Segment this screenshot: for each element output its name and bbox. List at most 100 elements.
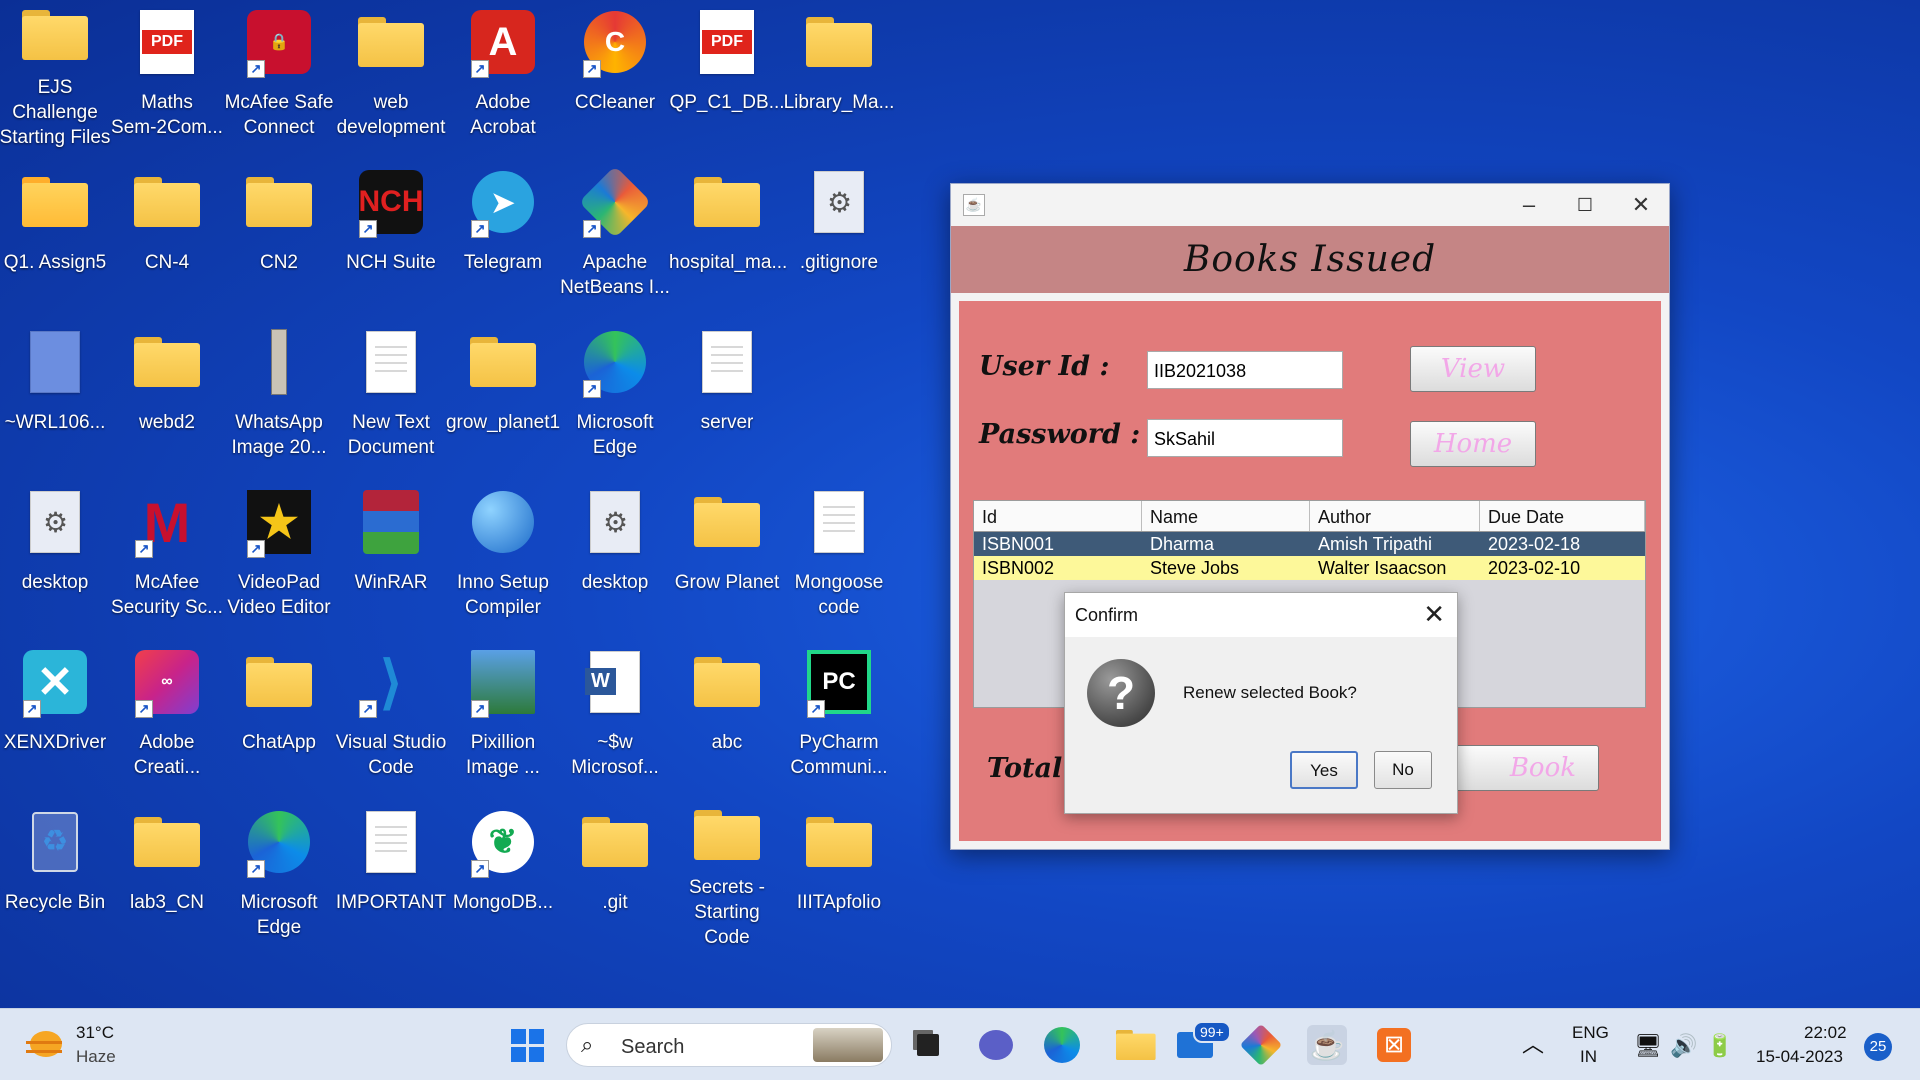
- window-titlebar[interactable]: ☕ – ☐ ✕: [951, 184, 1669, 226]
- start-button[interactable]: [507, 1025, 547, 1065]
- desktop-icon[interactable]: Grow Planet: [672, 480, 782, 630]
- desktop-icon-label: EJS Challenge Starting Files: [0, 77, 111, 148]
- file-explorer-icon[interactable]: [1108, 1025, 1156, 1065]
- desktop-icon-label: Visual Studio Code: [335, 732, 447, 778]
- desktop-icon[interactable]: lab3_CN: [112, 800, 222, 950]
- desktop-icon[interactable]: ➤ ↗ Telegram: [448, 160, 558, 310]
- java-taskbar-icon[interactable]: ☕: [1307, 1025, 1347, 1065]
- home-button[interactable]: Home: [1410, 421, 1536, 467]
- netbeans-taskbar-icon[interactable]: [1239, 1023, 1283, 1067]
- word-icon: W: [579, 646, 651, 718]
- desktop-icon[interactable]: ↗ Apache NetBeans I...: [560, 160, 670, 310]
- desktop-icon-label: Adobe Acrobat: [470, 92, 536, 138]
- yes-button[interactable]: Yes: [1290, 751, 1358, 789]
- desktop-icon[interactable]: Mongoose code: [784, 480, 894, 630]
- desktop-icon-label: Library_Ma...: [783, 92, 895, 113]
- desktop-icon[interactable]: Library_Ma...: [784, 0, 894, 150]
- mcafee-icon: M ↗: [131, 486, 203, 558]
- desktop-icon[interactable]: WinRAR: [336, 480, 446, 630]
- desktop-icon-label: ChatApp: [242, 732, 316, 753]
- desktop-icon[interactable]: Inno Setup Compiler: [448, 480, 558, 630]
- desktop-icon[interactable]: ✕ ↗ XENXDriver: [0, 640, 110, 790]
- teams-chat-icon[interactable]: [976, 1025, 1016, 1065]
- notification-badge[interactable]: 25: [1864, 1033, 1892, 1061]
- column-header[interactable]: Name: [1142, 501, 1310, 531]
- table-row[interactable]: ISBN001 Dharma Amish Tripathi 2023-02-18: [974, 532, 1645, 556]
- desktop-icon[interactable]: ChatApp: [224, 640, 334, 790]
- desktop-icon[interactable]: Q1. Assign5: [0, 160, 110, 310]
- language-region[interactable]: IN: [1580, 1047, 1597, 1067]
- desktop-icon[interactable]: 🔒 ↗ McAfee Safe Connect: [224, 0, 334, 150]
- table-row[interactable]: ISBN002 Steve Jobs Walter Isaacson 2023-…: [974, 556, 1645, 580]
- maximize-button[interactable]: ☐: [1557, 190, 1613, 220]
- user-id-field[interactable]: IIB2021038: [1147, 351, 1343, 389]
- desktop-icon[interactable]: PDF QP_C1_DB...: [669, 0, 785, 150]
- edge-taskbar-icon[interactable]: [1042, 1025, 1082, 1065]
- taskbar: 31°C Haze ⌕ Search 99+ ☕ ⊠ ︿ ENG IN 🖥 🔊 …: [0, 1008, 1920, 1080]
- desktop-icon[interactable]: ⚙ desktop: [0, 480, 110, 630]
- desktop-icon[interactable]: Secrets - Starting Code: [672, 800, 782, 950]
- desktop-icon[interactable]: ↗ Pixillion Image ...: [448, 640, 558, 790]
- desktop-icon[interactable]: abc: [672, 640, 782, 790]
- column-header[interactable]: Id: [974, 501, 1142, 531]
- dialog-titlebar[interactable]: Confirm ✕: [1065, 593, 1457, 637]
- desktop-icon[interactable]: W ~$w Microsof...: [560, 640, 670, 790]
- desktop-icon[interactable]: ⚙ desktop: [560, 480, 670, 630]
- close-button[interactable]: ✕: [1613, 190, 1669, 220]
- desktop-icon[interactable]: ↗ Microsoft Edge: [224, 800, 334, 950]
- weather-widget[interactable]: 31°C Haze: [26, 1021, 136, 1069]
- desktop-icon[interactable]: ↗ Microsoft Edge: [560, 320, 670, 470]
- minimize-button[interactable]: –: [1501, 190, 1557, 220]
- desktop-icon[interactable]: ~WRL106...: [0, 320, 110, 470]
- clock-time[interactable]: 22:02: [1804, 1023, 1847, 1043]
- desktop-icon[interactable]: webd2: [112, 320, 222, 470]
- search-box[interactable]: ⌕ Search: [566, 1023, 892, 1067]
- desktop-icon[interactable]: PDF Maths Sem-2Com...: [111, 0, 223, 150]
- language-code[interactable]: ENG: [1572, 1023, 1609, 1043]
- table-cell: 2023-02-10: [1488, 558, 1581, 578]
- desktop-icon[interactable]: M ↗ McAfee Security Sc...: [111, 480, 223, 630]
- desktop-icon[interactable]: hospital_ma...: [669, 160, 787, 310]
- column-header[interactable]: Due Date: [1480, 501, 1645, 531]
- mail-icon[interactable]: 99+: [1175, 1021, 1231, 1065]
- desktop-icon-label: Mongoose code: [794, 572, 884, 618]
- view-button[interactable]: View: [1410, 346, 1536, 392]
- desktop-icon-label: Inno Setup Compiler: [457, 572, 549, 618]
- desktop-icon[interactable]: web development: [336, 0, 446, 150]
- battery-icon[interactable]: 🔋: [1706, 1033, 1733, 1059]
- desktop-icon[interactable]: EJS Challenge Starting Files: [0, 0, 110, 150]
- desktop-icon[interactable]: ❦ ↗ MongoDB...: [448, 800, 558, 950]
- clock-date[interactable]: 15-04-2023: [1756, 1047, 1843, 1067]
- desktop-icon[interactable]: ♻ Recycle Bin: [0, 800, 110, 950]
- search-placeholder: Search: [621, 1036, 685, 1058]
- desktop-icon[interactable]: .git: [560, 800, 670, 950]
- desktop-icon[interactable]: A ↗ Adobe Acrobat: [448, 0, 558, 150]
- desktop-icon[interactable]: ∞ ↗ Adobe Creati...: [112, 640, 222, 790]
- desktop-icon[interactable]: C ↗ CCleaner: [560, 0, 670, 150]
- desktop-icon[interactable]: NCH ↗ NCH Suite: [336, 160, 446, 310]
- desktop-icon[interactable]: IIITApfolio: [784, 800, 894, 950]
- desktop-icon[interactable]: New Text Document: [336, 320, 446, 470]
- desktop-icon[interactable]: ★ ↗ VideoPad Video Editor: [224, 480, 334, 630]
- desktop-icon[interactable]: PC ↗ PyCharm Communi...: [784, 640, 894, 790]
- volume-icon[interactable]: 🔊: [1670, 1033, 1697, 1059]
- no-button[interactable]: No: [1374, 751, 1432, 789]
- desktop-icon-label: WhatsApp Image 20...: [231, 412, 327, 458]
- desktop-icon[interactable]: ⟩ ↗ Visual Studio Code: [335, 640, 447, 790]
- desktop-icon[interactable]: WhatsApp Image 20...: [224, 320, 334, 470]
- windows-logo-icon: [510, 1028, 544, 1062]
- xampp-icon[interactable]: ⊠: [1374, 1025, 1414, 1065]
- desktop-icon[interactable]: CN2: [224, 160, 334, 310]
- column-header[interactable]: Author: [1310, 501, 1480, 531]
- desktop-icon[interactable]: grow_planet1: [446, 320, 560, 470]
- show-hidden-icons-chevron-icon[interactable]: ︿: [1522, 1027, 1544, 1059]
- desktop-icon[interactable]: CN-4: [112, 160, 222, 310]
- desktop-icon[interactable]: server: [672, 320, 782, 470]
- desktop-icon[interactable]: ⚙ .gitignore: [784, 160, 894, 310]
- task-view-icon[interactable]: [908, 1025, 948, 1065]
- password-field[interactable]: SkSahil: [1147, 419, 1343, 457]
- network-icon[interactable]: 🖥: [1634, 1033, 1662, 1059]
- desktop-icon[interactable]: IMPORTANT: [336, 800, 446, 950]
- desktop-icon-label: XENXDriver: [3, 732, 107, 753]
- dialog-close-button[interactable]: ✕: [1423, 599, 1445, 630]
